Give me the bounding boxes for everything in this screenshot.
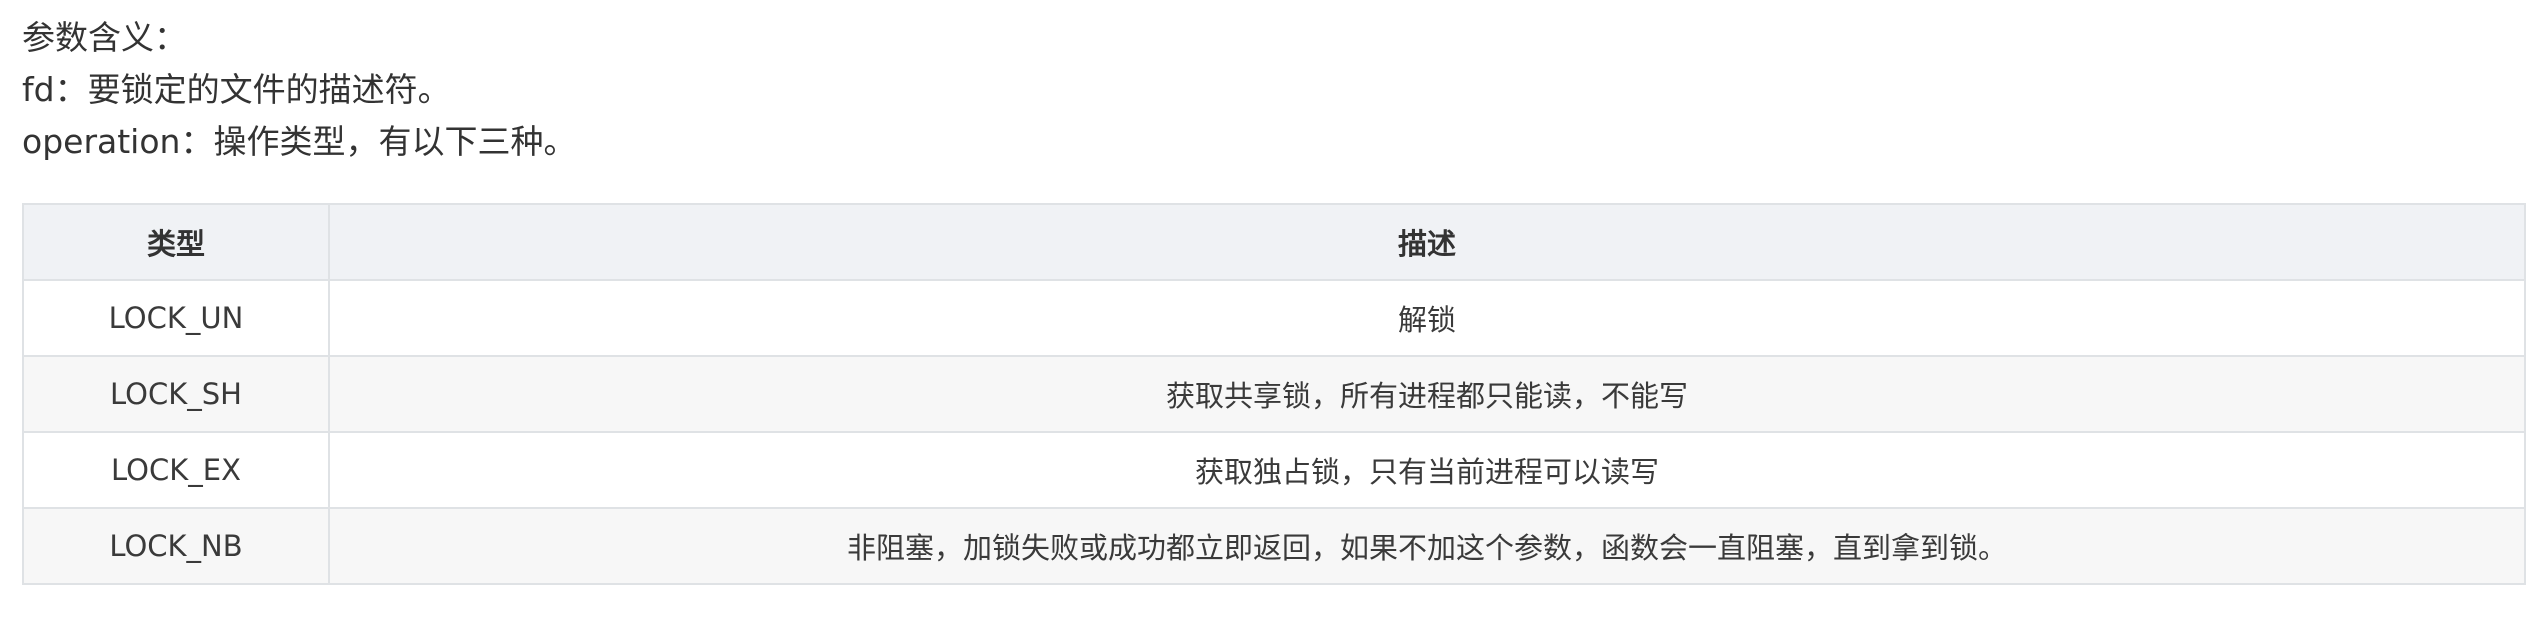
table-row: LOCK_NB 非阻塞，加锁失败或成功都立即返回，如果不加这个参数，函数会一直阻… [22, 507, 2526, 585]
table-row: LOCK_SH 获取共享锁，所有进程都只能读，不能写 [22, 355, 2526, 433]
document-body: 参数含义： fd：要锁定的文件的描述符。 operation：操作类型，有以下三… [22, 0, 2526, 168]
description-cell: 非阻塞，加锁失败或成功都立即返回，如果不加这个参数，函数会一直阻塞，直到拿到锁。 [328, 507, 2526, 585]
type-cell: LOCK_SH [22, 355, 330, 433]
table-row: LOCK_UN 解锁 [22, 279, 2526, 357]
type-cell: LOCK_NB [22, 507, 330, 585]
type-cell: LOCK_EX [22, 431, 330, 509]
fd-description: fd：要锁定的文件的描述符。 [22, 70, 451, 109]
operation-types-table: 类型 描述 LOCK_UN 解锁 LOCK_SH 获取共享锁，所有进程都只能读，… [22, 203, 2526, 585]
table-row: LOCK_EX 获取独占锁，只有当前进程可以读写 [22, 431, 2526, 509]
column-header-type: 类型 [22, 203, 330, 281]
params-heading: 参数含义： [22, 18, 187, 57]
description-cell: 获取共享锁，所有进程都只能读，不能写 [328, 355, 2526, 433]
type-cell: LOCK_UN [22, 279, 330, 357]
column-header-description: 描述 [328, 203, 2526, 281]
description-cell: 获取独占锁，只有当前进程可以读写 [328, 431, 2526, 509]
description-cell: 解锁 [328, 279, 2526, 357]
table-header-row: 类型 描述 [22, 203, 2526, 281]
operation-description: operation：操作类型，有以下三种。 [22, 122, 577, 161]
